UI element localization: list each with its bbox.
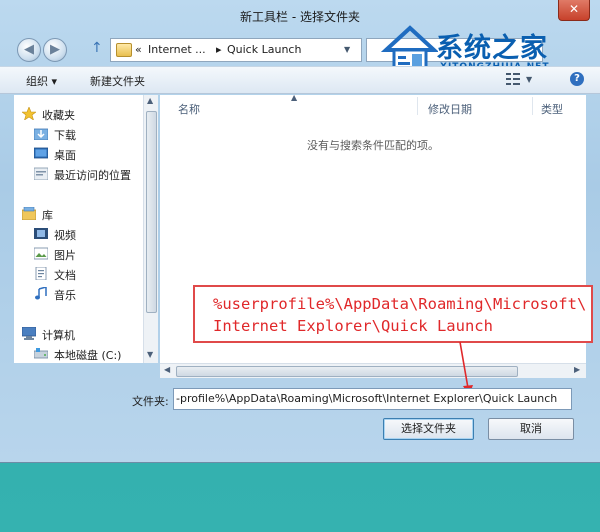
sidebar-scroll-thumb[interactable] <box>146 111 157 313</box>
recent-places-icon <box>34 167 48 180</box>
sort-ascending-icon: ▲ <box>291 93 298 102</box>
downloads-folder-icon <box>34 128 48 140</box>
desktop-icon <box>34 147 48 159</box>
computer-icon <box>22 327 36 340</box>
breadcrumb-separator: ▸ <box>216 43 222 56</box>
new-folder-button[interactable]: 新建文件夹 <box>90 73 145 89</box>
folder-label: 文件夹: <box>132 395 169 408</box>
path-annotation-box: %userprofile%\AppData\Roaming\Microsoft\… <box>193 285 593 343</box>
sidebar-label: 计算机 <box>42 329 75 342</box>
desktop-background <box>0 462 600 532</box>
sidebar-label: 音乐 <box>54 289 76 302</box>
forward-button[interactable]: ▶ <box>43 38 67 62</box>
music-icon <box>35 287 47 300</box>
column-modified[interactable]: 修改日期 <box>428 101 472 117</box>
navigation-pane: 收藏夹 下载 桌面 最近访问的位置 库 视频 图片 文档 音乐 计算机 本地磁盘… <box>14 95 158 363</box>
pictures-icon <box>34 247 48 260</box>
column-type[interactable]: 类型 <box>541 101 563 117</box>
breadcrumb-overflow[interactable]: « <box>135 43 142 56</box>
folder-picker-dialog: 新工具栏 - 选择文件夹 ✕ ◀ ▶ ↑ « Internet ... ▸ Qu… <box>0 0 600 463</box>
close-button[interactable]: ✕ <box>558 0 590 21</box>
command-toolbar: 组织 ▾ 新建文件夹 ▼ ? <box>0 66 600 94</box>
scroll-down-icon[interactable]: ▼ <box>147 350 153 359</box>
sidebar-label: 桌面 <box>54 149 76 162</box>
star-icon <box>22 107 36 120</box>
documents-icon <box>35 267 47 280</box>
up-arrow-icon[interactable]: ↑ <box>91 40 103 56</box>
sidebar-label: 最近访问的位置 <box>54 169 131 182</box>
sidebar-label: 下载 <box>54 129 76 142</box>
drive-icon <box>34 348 48 359</box>
column-divider[interactable] <box>417 97 418 115</box>
scroll-left-icon[interactable]: ◀ <box>164 365 170 374</box>
sidebar-label: 库 <box>42 209 53 222</box>
address-bar[interactable]: « Internet ... ▸ Quick Launch ▼ <box>110 38 362 62</box>
back-button[interactable]: ◀ <box>17 38 41 62</box>
sidebar-label: 视频 <box>54 229 76 242</box>
sidebar-scrollbar[interactable]: ▲ ▼ <box>143 95 158 363</box>
sidebar-label: 图片 <box>54 249 76 262</box>
breadcrumb-internet[interactable]: Internet ... <box>148 43 206 56</box>
annotation-line-2: Internet Explorer\Quick Launch <box>213 317 493 335</box>
sidebar-label: 本地磁盘 (C:) <box>54 349 122 362</box>
folder-path-input[interactable]: -profile%\AppData\Roaming\Microsoft\Inte… <box>173 388 572 410</box>
column-divider[interactable] <box>532 97 533 115</box>
sidebar-label: 收藏夹 <box>42 109 75 122</box>
folder-icon <box>116 43 132 57</box>
view-dropdown-icon[interactable]: ▼ <box>526 75 532 84</box>
column-name[interactable]: 名称 <box>178 101 200 117</box>
help-icon[interactable]: ? <box>570 72 584 86</box>
scroll-up-icon[interactable]: ▲ <box>147 96 153 105</box>
select-folder-button[interactable]: 选择文件夹 <box>383 418 474 440</box>
library-icon <box>22 207 36 220</box>
horizontal-scrollbar[interactable]: ◀ ▶ <box>160 363 586 378</box>
organize-menu[interactable]: 组织 ▾ <box>26 73 57 89</box>
annotation-line-1: %userprofile%\AppData\Roaming\Microsoft\ <box>213 295 587 313</box>
address-dropdown-icon[interactable]: ▼ <box>344 45 350 54</box>
breadcrumb-quick-launch[interactable]: Quick Launch <box>227 43 301 56</box>
cancel-button[interactable]: 取消 <box>488 418 574 440</box>
scroll-right-icon[interactable]: ▶ <box>574 365 580 374</box>
video-icon <box>34 228 48 239</box>
watermark-title: 系统之家 <box>436 33 548 64</box>
empty-results-message: 没有与搜索条件匹配的项。 <box>307 139 439 152</box>
sidebar-label: 文档 <box>54 269 76 282</box>
view-options-icon[interactable] <box>506 73 520 85</box>
